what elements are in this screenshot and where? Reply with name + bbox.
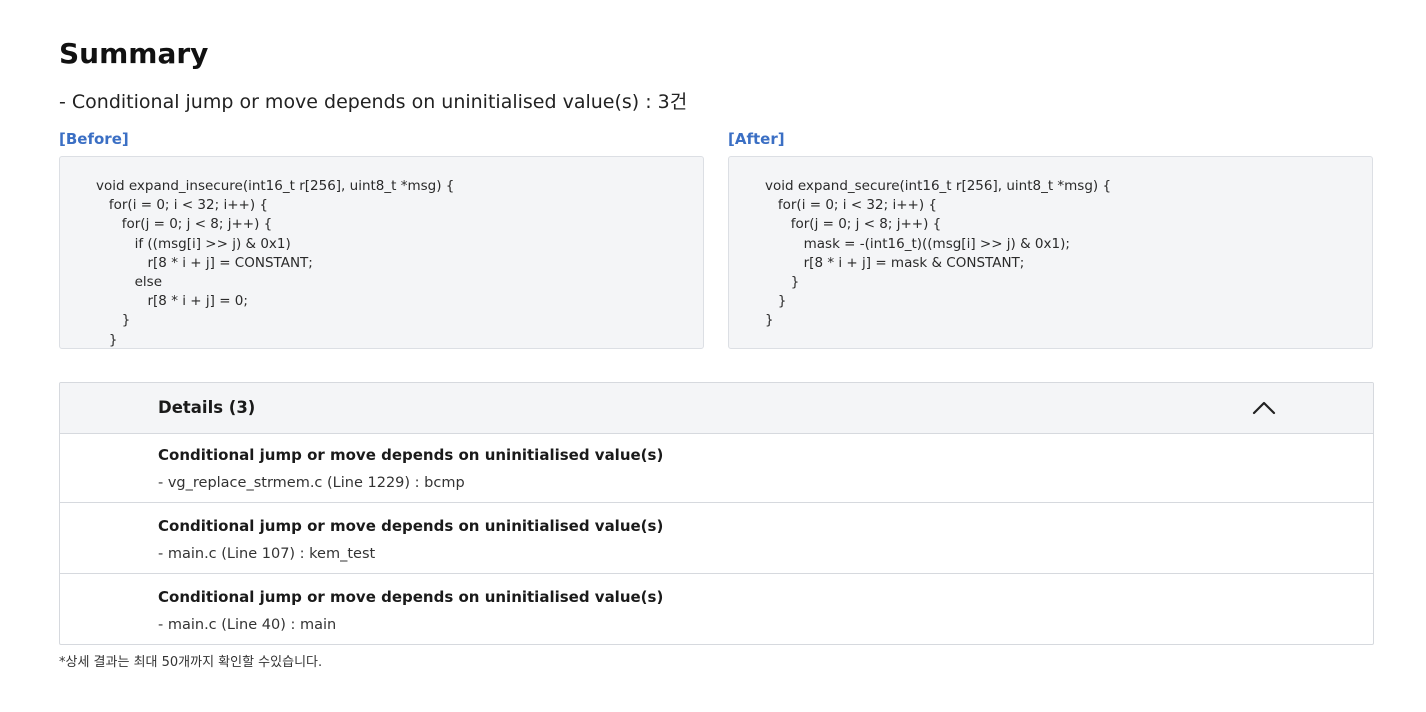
- summary-line: - Conditional jump or move depends on un…: [59, 91, 688, 113]
- detail-item-location: - main.c (Line 40) : main: [158, 617, 337, 633]
- detail-item-title: Conditional jump or move depends on unin…: [158, 446, 664, 464]
- before-code-block: void expand_insecure(int16_t r[256], uin…: [59, 156, 704, 349]
- after-code-text: void expand_secure(int16_t r[256], uint8…: [765, 178, 1112, 329]
- footnote: *상세 결과는 최대 50개까지 확인할 수있습니다.: [59, 655, 323, 670]
- chevron-up-icon[interactable]: [1251, 399, 1277, 417]
- detail-item-title: Conditional jump or move depends on unin…: [158, 517, 664, 535]
- details-header-toggle[interactable]: Details (3): [60, 383, 1373, 434]
- detail-item-title: Conditional jump or move depends on unin…: [158, 588, 664, 606]
- page-title: Summary: [59, 37, 209, 70]
- detail-item-location: - main.c (Line 107) : kem_test: [158, 546, 376, 562]
- details-title: Details (3): [158, 398, 256, 417]
- before-label: [Before]: [59, 130, 129, 148]
- details-panel: Details (3) Conditional jump or move dep…: [59, 382, 1374, 645]
- before-code-text: void expand_insecure(int16_t r[256], uin…: [96, 178, 455, 348]
- detail-item: Conditional jump or move depends on unin…: [60, 504, 1373, 574]
- detail-item-location: - vg_replace_strmem.c (Line 1229) : bcmp: [158, 475, 465, 491]
- after-label: [After]: [728, 130, 785, 148]
- detail-item: Conditional jump or move depends on unin…: [60, 433, 1373, 503]
- after-code-block: void expand_secure(int16_t r[256], uint8…: [728, 156, 1373, 349]
- detail-item: Conditional jump or move depends on unin…: [60, 575, 1373, 644]
